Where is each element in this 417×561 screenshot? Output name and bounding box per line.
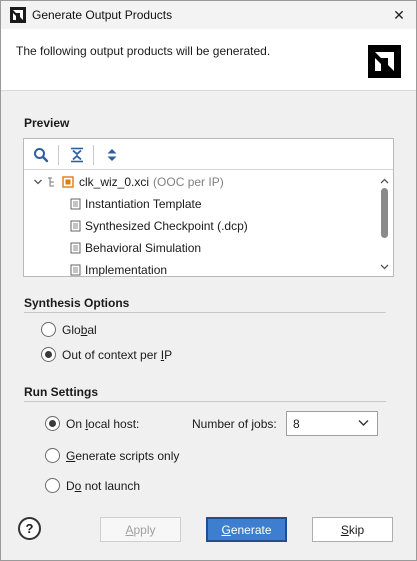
scroll-up-button[interactable] bbox=[379, 175, 390, 186]
section-divider bbox=[24, 312, 386, 313]
chevron-down-icon[interactable] bbox=[33, 177, 43, 187]
document-icon bbox=[70, 220, 81, 232]
radio-button[interactable] bbox=[45, 478, 60, 493]
skip-label: Skip bbox=[340, 522, 365, 537]
document-icon bbox=[70, 242, 81, 254]
document-icon bbox=[70, 264, 81, 276]
toolbar-divider bbox=[58, 145, 59, 165]
tree-item[interactable]: Implementation bbox=[24, 259, 376, 276]
tree-item[interactable]: Instantiation Template bbox=[24, 193, 376, 215]
toolbar-divider bbox=[93, 145, 94, 165]
run-do-not-launch-radio[interactable]: Do not launch bbox=[45, 478, 140, 493]
tree-root-row[interactable]: clk_wiz_0.xci (OOC per IP) bbox=[24, 171, 376, 193]
amd-logo-icon bbox=[10, 7, 26, 23]
number-of-jobs-select[interactable]: 8 bbox=[286, 411, 378, 436]
dialog-window: Generate Output Products ✕ The following… bbox=[0, 0, 417, 561]
chevron-up-icon bbox=[380, 178, 389, 183]
preview-panel: clk_wiz_0.xci (OOC per IP) Instantiation… bbox=[23, 138, 394, 277]
synthesis-options-title: Synthesis Options bbox=[24, 296, 130, 310]
radio-button[interactable] bbox=[41, 322, 56, 337]
chevron-down-icon bbox=[358, 420, 369, 426]
collapse-all-icon bbox=[71, 147, 83, 163]
expand-all-button[interactable] bbox=[102, 145, 122, 165]
apply-button[interactable]: Apply bbox=[100, 517, 181, 542]
radio-label: On local host: bbox=[66, 416, 140, 431]
run-settings-title: Run Settings bbox=[24, 385, 98, 399]
scroll-thumb[interactable] bbox=[381, 188, 388, 238]
title-bar: Generate Output Products ✕ bbox=[1, 1, 416, 29]
search-icon bbox=[34, 148, 49, 163]
number-of-jobs-label: Number of jobs: bbox=[192, 417, 277, 431]
tree-item-label: Implementation bbox=[85, 263, 168, 276]
preview-title: Preview bbox=[24, 116, 70, 130]
search-button[interactable] bbox=[31, 145, 51, 165]
hierarchy-icon bbox=[48, 177, 54, 187]
apply-label: Apply bbox=[125, 522, 156, 537]
skip-button[interactable]: Skip bbox=[312, 517, 393, 542]
close-icon: ✕ bbox=[393, 6, 405, 23]
section-divider bbox=[24, 401, 386, 402]
generate-button[interactable]: Generate bbox=[206, 517, 287, 542]
radio-label: Do not launch bbox=[66, 478, 141, 493]
help-icon: ? bbox=[25, 521, 34, 536]
amd-brand-icon bbox=[368, 45, 401, 78]
preview-toolbar bbox=[24, 139, 393, 170]
run-local-host-radio[interactable]: On local host: bbox=[45, 416, 139, 431]
tree-root-name: clk_wiz_0.xci bbox=[79, 175, 150, 189]
tree-item[interactable]: Synthesized Checkpoint (.dcp) bbox=[24, 215, 376, 237]
tree-item[interactable]: Behavioral Simulation bbox=[24, 237, 376, 259]
synthesis-global-radio[interactable]: Global bbox=[41, 322, 97, 337]
collapse-all-button[interactable] bbox=[67, 145, 87, 165]
radio-button[interactable] bbox=[41, 347, 56, 362]
scroll-down-button[interactable] bbox=[379, 261, 390, 272]
document-icon bbox=[70, 198, 81, 210]
chevron-down-icon bbox=[380, 264, 389, 269]
synthesis-ooc-radio[interactable]: Out of context per IP bbox=[41, 347, 172, 362]
close-button[interactable]: ✕ bbox=[382, 1, 416, 29]
radio-button[interactable] bbox=[45, 416, 60, 431]
help-button[interactable]: ? bbox=[18, 517, 41, 540]
radio-label: Out of context per IP bbox=[62, 347, 173, 362]
ip-file-icon bbox=[62, 176, 74, 188]
header-description: The following output products will be ge… bbox=[16, 44, 271, 58]
tree-root-suffix: (OOC per IP) bbox=[153, 175, 224, 189]
radio-button[interactable] bbox=[45, 448, 60, 463]
tree-item-label: Behavioral Simulation bbox=[85, 241, 202, 255]
expand-all-icon bbox=[107, 149, 117, 161]
tree-item-label: Instantiation Template bbox=[85, 197, 202, 211]
output-products-tree: clk_wiz_0.xci (OOC per IP) Instantiation… bbox=[24, 171, 376, 276]
radio-label: Generate scripts only bbox=[66, 448, 180, 463]
dialog-header: The following output products will be ge… bbox=[1, 29, 416, 91]
window-title: Generate Output Products bbox=[32, 8, 173, 22]
radio-label: Global bbox=[62, 322, 97, 337]
generate-label: Generate bbox=[221, 522, 272, 537]
tree-item-label: Synthesized Checkpoint (.dcp) bbox=[85, 219, 248, 233]
vertical-scrollbar[interactable] bbox=[376, 171, 393, 276]
run-generate-scripts-radio[interactable]: Generate scripts only bbox=[45, 448, 179, 463]
jobs-value: 8 bbox=[293, 417, 300, 431]
